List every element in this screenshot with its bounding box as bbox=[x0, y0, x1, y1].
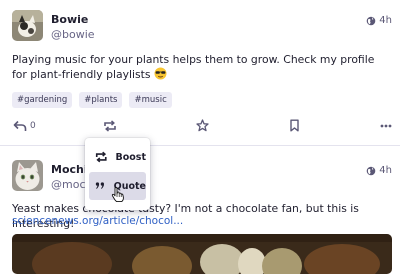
boost-icon bbox=[95, 151, 107, 163]
avatar[interactable] bbox=[12, 160, 43, 191]
quote-icon bbox=[95, 182, 105, 189]
account-handle[interactable]: @moc bbox=[51, 178, 86, 191]
avatar[interactable] bbox=[12, 10, 43, 41]
article-link[interactable]: sciencenews.org/article/chocol... bbox=[12, 215, 183, 227]
hashtag-list: #gardening #plants #music bbox=[12, 92, 172, 108]
hashtag-music[interactable]: #music bbox=[129, 92, 172, 108]
ellipsis-icon bbox=[380, 124, 392, 128]
account-handle[interactable]: @bowie bbox=[51, 28, 95, 41]
boost-menu: Boost Quote bbox=[85, 138, 150, 210]
post-content: Playing music for your plants helps them… bbox=[12, 53, 375, 81]
reply-icon bbox=[13, 120, 27, 131]
bookmark-button[interactable] bbox=[289, 119, 300, 132]
reply-count: 0 bbox=[30, 121, 36, 131]
globe-icon bbox=[366, 16, 376, 25]
display-name[interactable]: Mochi bbox=[51, 163, 88, 176]
sunglasses-emoji-icon bbox=[154, 67, 167, 80]
hashtag-gardening[interactable]: #gardening bbox=[12, 92, 73, 108]
more-options-button[interactable] bbox=[380, 124, 392, 128]
post-meta: 4h bbox=[366, 15, 392, 26]
boost-menu-label: Boost bbox=[115, 151, 147, 163]
star-icon bbox=[196, 119, 209, 132]
reply-button[interactable]: 0 bbox=[13, 120, 36, 132]
hand-cursor-icon bbox=[111, 187, 124, 203]
boost-button[interactable] bbox=[103, 120, 117, 132]
post-meta: 4h bbox=[366, 165, 392, 176]
post-timestamp[interactable]: 4h bbox=[379, 15, 392, 26]
display-name[interactable]: Bowie bbox=[51, 13, 88, 26]
boost-menu-item[interactable]: Boost bbox=[89, 143, 146, 171]
post-divider bbox=[0, 145, 400, 146]
hashtag-plants[interactable]: #plants bbox=[79, 92, 123, 108]
boost-icon bbox=[104, 120, 116, 132]
bookmark-icon bbox=[290, 119, 299, 132]
favourite-button[interactable] bbox=[196, 119, 209, 132]
link-preview-image[interactable] bbox=[12, 234, 392, 274]
globe-icon bbox=[366, 166, 376, 175]
post-timestamp[interactable]: 4h bbox=[379, 165, 392, 176]
